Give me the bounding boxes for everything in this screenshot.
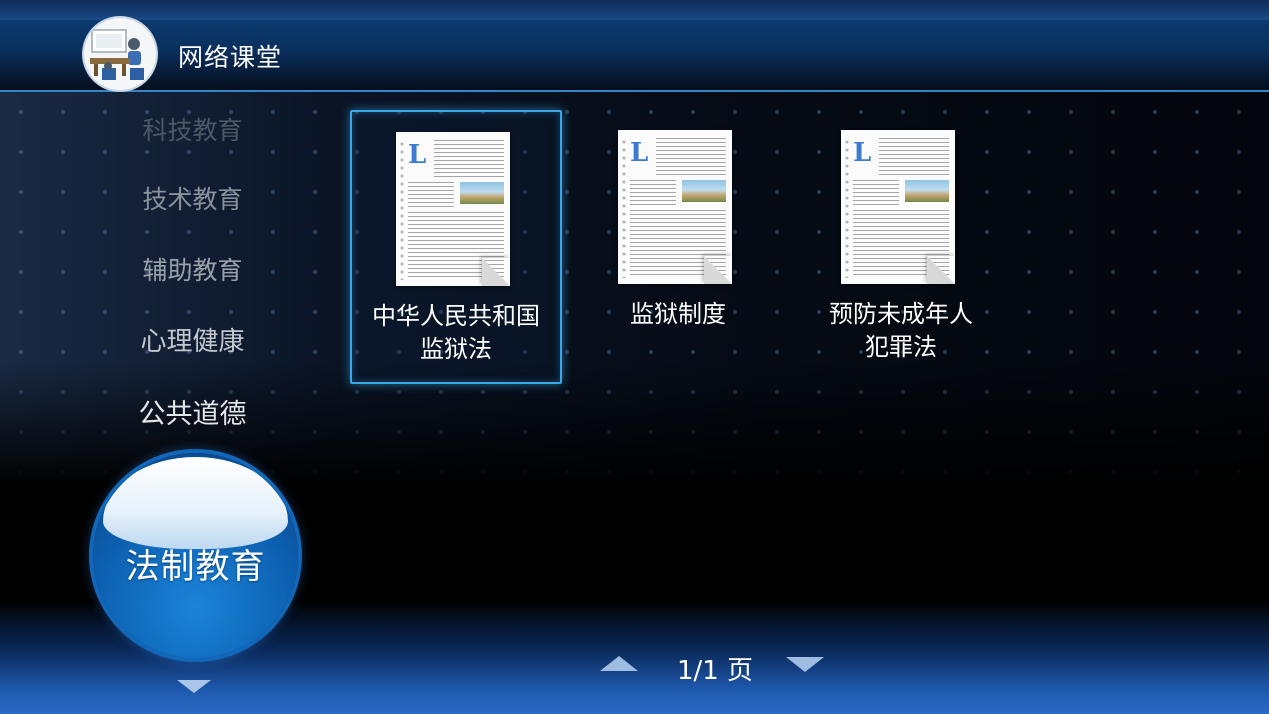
arrow-up-icon[interactable] xyxy=(600,656,638,671)
sidebar-item-label: 技术教育 xyxy=(142,185,243,214)
arrow-down-icon[interactable] xyxy=(786,657,824,672)
content-tile[interactable]: L 监狱制度 xyxy=(574,110,782,380)
classroom-icon xyxy=(84,18,156,90)
document-icon: L xyxy=(618,130,732,284)
tile-caption: 监狱制度 xyxy=(630,300,726,328)
sidebar-item-mental-health[interactable]: 心理健康 xyxy=(0,321,385,358)
tile-caption: 预防未成年人 犯罪法 xyxy=(829,300,973,361)
sidebar-item-label: 科技教育 xyxy=(142,116,243,145)
sidebar-item-label: 公共道德 xyxy=(138,399,247,430)
sidebar-item-auxiliary[interactable]: 辅助教育 xyxy=(0,251,385,287)
sidebar-item-label: 辅助教育 xyxy=(142,256,243,285)
selected-category-label: 法制教育 xyxy=(125,547,266,587)
document-icon: L xyxy=(396,132,510,286)
document-icon: L xyxy=(841,130,955,284)
sidebar-item-technical[interactable]: 技术教育 xyxy=(0,180,385,216)
content-tile[interactable]: L 中华人民共和国 监狱法 xyxy=(350,110,562,384)
app-title: 网络课堂 xyxy=(178,43,283,72)
selected-category-button[interactable]: 法制教育 xyxy=(93,453,298,658)
sidebar-item-public-morality[interactable]: 公共道德 xyxy=(0,392,385,431)
arrow-down-icon[interactable] xyxy=(177,680,211,693)
sidebar-item-label: 心理健康 xyxy=(140,327,245,357)
top-strip xyxy=(0,0,1269,20)
page-indicator: 1/1 页 xyxy=(676,656,754,686)
sidebar-item-science[interactable]: 科技教育 xyxy=(0,111,385,147)
content-tile[interactable]: L 预防未成年人 犯罪法 xyxy=(797,110,1005,380)
tile-caption: 中华人民共和国 监狱法 xyxy=(372,302,540,363)
